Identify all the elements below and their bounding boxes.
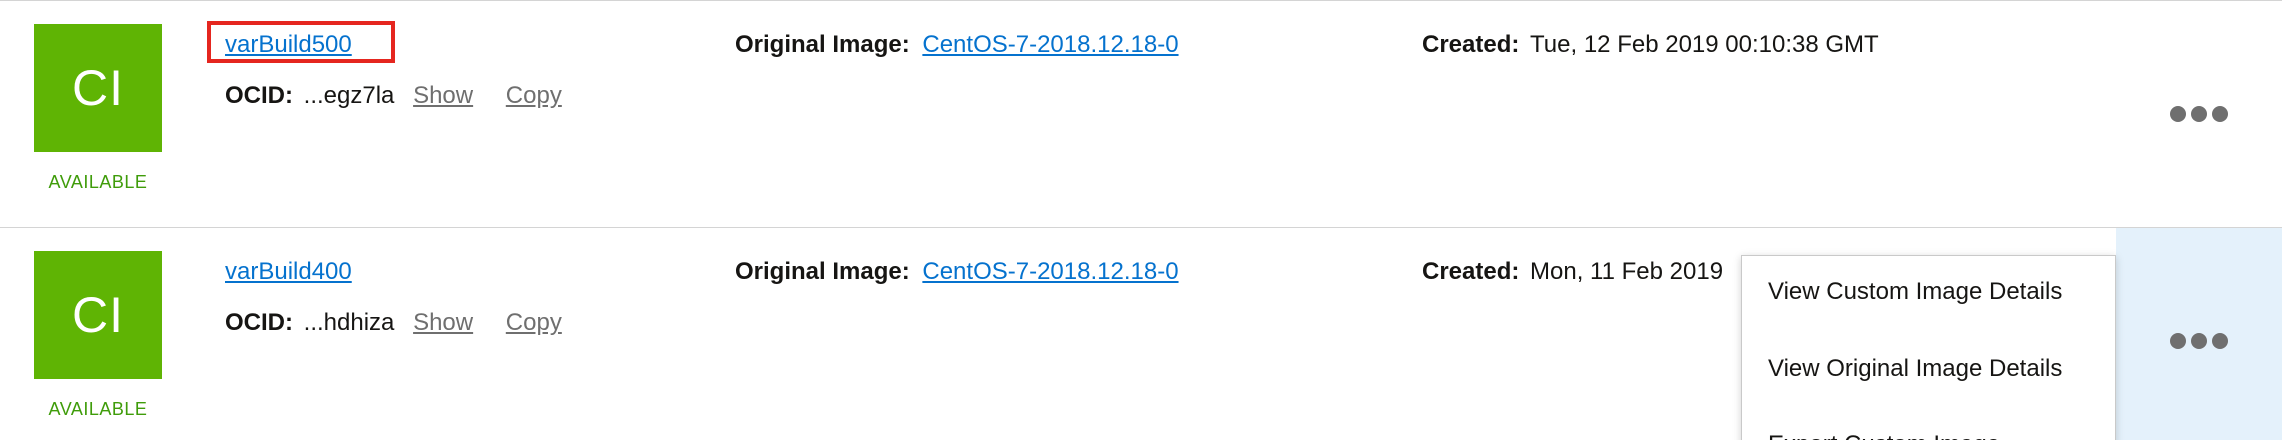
custom-images-list: CI AVAILABLE varBuild500 OCID: ...egz7la… [0, 0, 2282, 440]
ocid-show-link[interactable]: Show [413, 82, 473, 109]
image-tile-icon: CI [34, 24, 162, 152]
ocid-value: ...hdhiza [303, 309, 395, 336]
created-field: Created: Tue, 12 Feb 2019 00:10:38 GMT [1422, 31, 1879, 59]
menu-item-view-original-image-details[interactable]: View Original Image Details [1768, 355, 2062, 383]
image-tile-text: CI [72, 60, 124, 116]
image-name-link[interactable]: varBuild400 [225, 258, 352, 286]
original-image-field: Original Image: CentOS-7-2018.12.18-0 [735, 31, 1179, 59]
created-label: Created: [1422, 258, 1520, 285]
ocid-label: OCID: [225, 82, 293, 109]
original-image-label: Original Image: [735, 258, 910, 285]
image-tile-icon: CI [34, 251, 162, 379]
more-actions-button[interactable] [2116, 228, 2282, 440]
ocid-value: ...egz7la [303, 82, 395, 109]
more-actions-button[interactable] [2116, 1, 2282, 227]
original-image-link[interactable]: CentOS-7-2018.12.18-0 [922, 31, 1178, 58]
original-image-link[interactable]: CentOS-7-2018.12.18-0 [922, 258, 1178, 285]
menu-item-export-custom-image[interactable]: Export Custom Image [1768, 431, 2000, 440]
image-tile-text: CI [72, 287, 124, 343]
ocid-copy-link[interactable]: Copy [506, 309, 562, 336]
original-image-label: Original Image: [735, 31, 910, 58]
more-actions-icon [2170, 106, 2228, 122]
ocid-field: OCID: ...egz7la Show Copy [225, 82, 562, 110]
original-image-field: Original Image: CentOS-7-2018.12.18-0 [735, 258, 1179, 286]
ocid-show-link[interactable]: Show [413, 309, 473, 336]
created-field: Created: Mon, 11 Feb 2019 [1422, 258, 1723, 286]
status-badge: AVAILABLE [48, 172, 148, 192]
ocid-field: OCID: ...hdhiza Show Copy [225, 309, 562, 337]
ocid-label: OCID: [225, 309, 293, 336]
more-actions-icon [2170, 333, 2228, 349]
created-label: Created: [1422, 31, 1520, 58]
status-badge: AVAILABLE [48, 399, 148, 419]
highlight-annotation [207, 21, 395, 63]
ocid-copy-link[interactable]: Copy [506, 82, 562, 109]
created-value: Mon, 11 Feb 2019 [1530, 258, 1724, 285]
image-row: CI AVAILABLE varBuild500 OCID: ...egz7la… [0, 0, 2282, 227]
actions-menu: View Custom Image Details View Original … [1741, 255, 2116, 440]
created-value: Tue, 12 Feb 2019 00:10:38 GMT [1530, 31, 1879, 58]
menu-item-view-custom-image-details[interactable]: View Custom Image Details [1768, 278, 2062, 306]
